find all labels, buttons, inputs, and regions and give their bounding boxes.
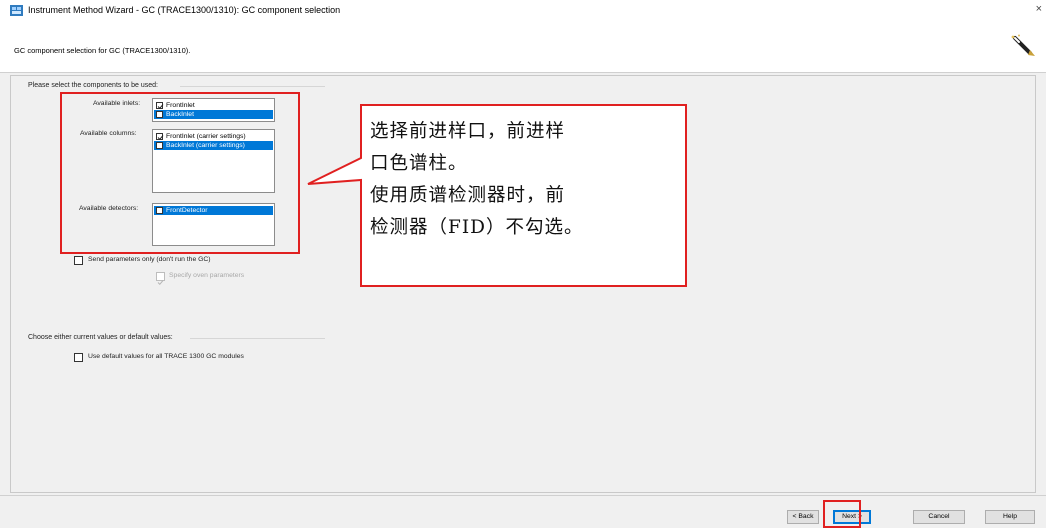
annotation-line: 使用质谱检测器时，前 (370, 185, 566, 206)
page-subtitle: GC component selection for GC (TRACE1300… (14, 46, 191, 55)
components-group-divider (180, 86, 325, 87)
help-button[interactable]: Help (985, 510, 1035, 524)
back-button[interactable]: < Back (787, 510, 819, 524)
annotation-text: 选择前进样口，前进样 口色谱柱。 使用质谱检测器时，前 检测器（FID）不勾选。 (370, 116, 682, 244)
send-params-only-label: Send parameters only (don't run the GC) (88, 256, 211, 263)
values-group-divider (190, 338, 325, 339)
wizard-header: GC component selection for GC (TRACE1300… (0, 22, 1046, 72)
annotation-line: 检测器（FID）不勾选。 (370, 217, 584, 238)
annotation-line: 口色谱柱。 (370, 153, 468, 174)
magic-wand-icon (1011, 34, 1035, 56)
use-default-values-label: Use default values for all TRACE 1300 GC… (88, 353, 244, 360)
component-selection-highlight (60, 92, 300, 254)
wizard-footer: < Back Next > Cancel Help (0, 496, 1046, 528)
checkmark-icon (157, 280, 164, 286)
send-params-only-checkbox[interactable] (74, 256, 83, 265)
values-group-title: Choose either current values or default … (28, 334, 173, 341)
window-title: Instrument Method Wizard - GC (TRACE1300… (28, 5, 341, 15)
wizard-app-icon (10, 5, 23, 16)
next-button-highlight (823, 500, 861, 528)
specify-oven-label: Specify oven parameters (169, 272, 245, 279)
annotation-line: 选择前进样口，前进样 (370, 121, 566, 142)
components-group-title: Please select the components to be used: (28, 82, 158, 89)
use-default-values-checkbox[interactable] (74, 353, 83, 362)
title-bar: Instrument Method Wizard - GC (TRACE1300… (0, 0, 1046, 22)
specify-oven-checkbox[interactable] (156, 272, 165, 286)
close-icon[interactable]: × (1036, 3, 1042, 15)
cancel-button[interactable]: Cancel (913, 510, 965, 524)
